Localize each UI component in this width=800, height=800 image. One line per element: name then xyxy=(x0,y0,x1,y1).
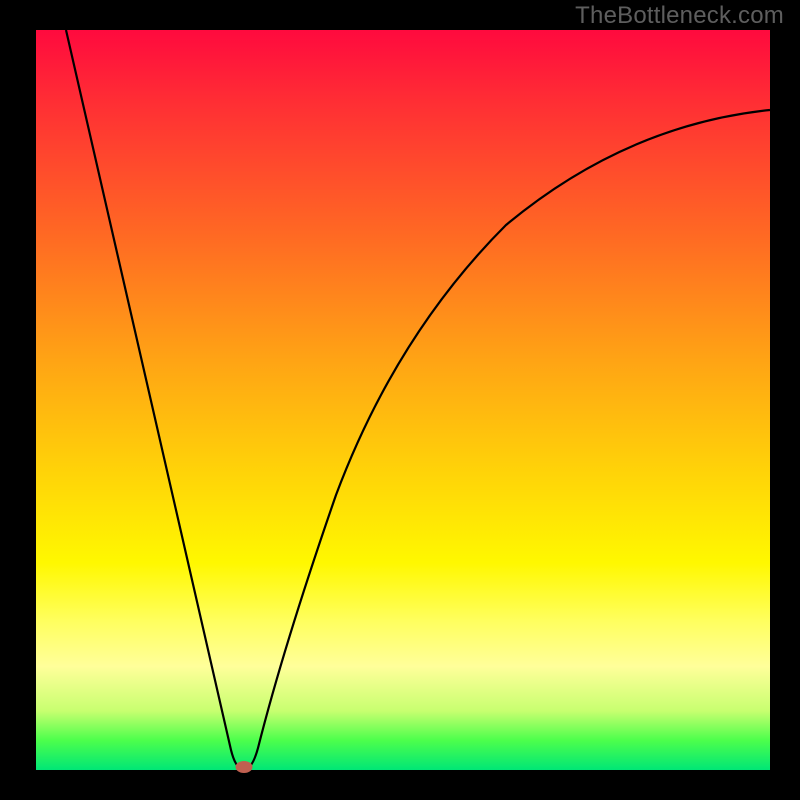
curve-left-branch xyxy=(66,30,244,769)
curve-right-branch xyxy=(244,110,770,769)
bottleneck-curve xyxy=(36,30,770,770)
chart-frame: TheBottleneck.com xyxy=(0,0,800,800)
minimum-marker xyxy=(236,761,253,773)
plot-area xyxy=(36,30,770,770)
watermark-text: TheBottleneck.com xyxy=(575,2,784,30)
